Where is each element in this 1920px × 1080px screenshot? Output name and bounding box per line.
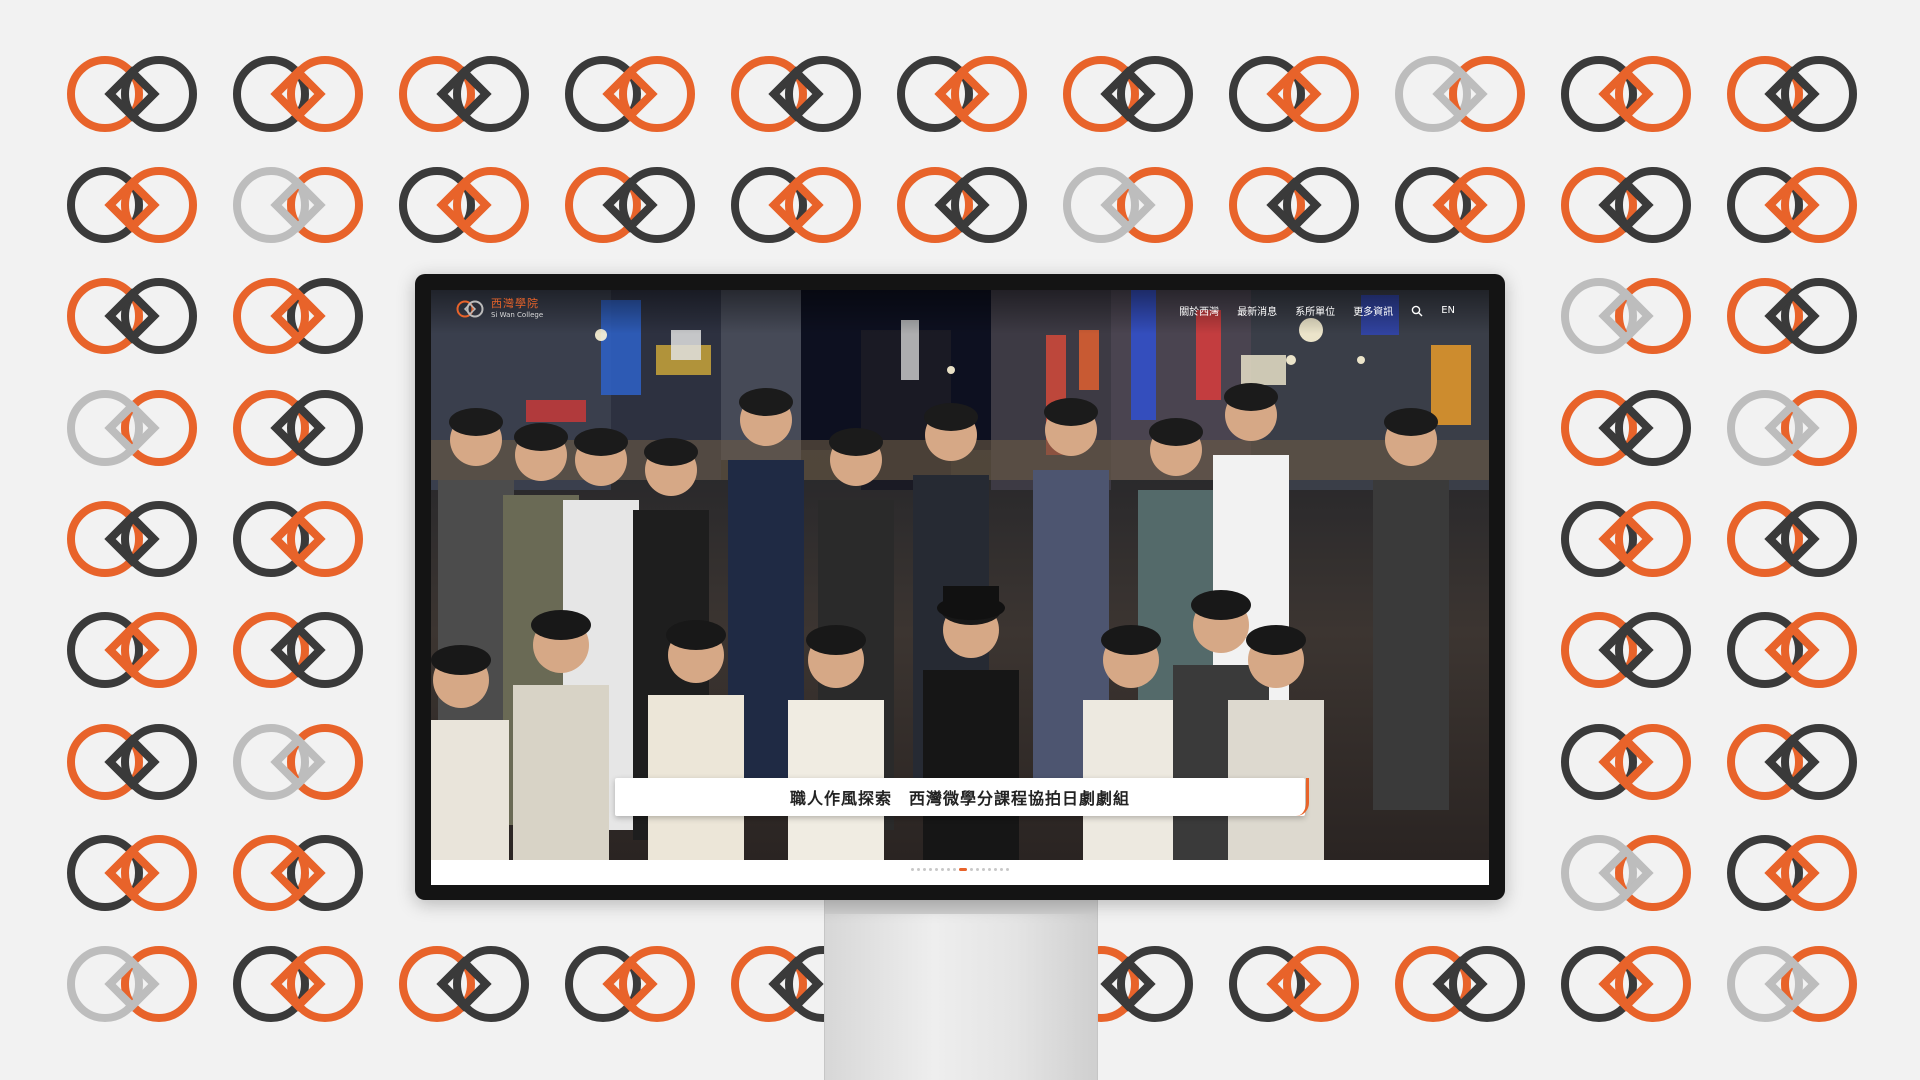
rings-logo-icon (456, 300, 484, 317)
rings-logo-icon (1727, 724, 1857, 800)
pager-dot[interactable] (953, 868, 956, 871)
pager-dot[interactable] (970, 868, 973, 871)
rings-logo-icon (565, 167, 695, 243)
rings-logo-icon (1561, 724, 1691, 800)
rings-logo-icon (1561, 167, 1691, 243)
pager-dot[interactable] (935, 868, 938, 871)
pager-dot-active[interactable] (959, 868, 967, 871)
rings-logo-icon (67, 612, 197, 688)
monitor-stand (824, 900, 1098, 1080)
rings-logo-icon (1727, 835, 1857, 911)
rings-logo-icon (897, 56, 1027, 132)
pager-dot[interactable] (923, 868, 926, 871)
rings-logo-icon (1561, 612, 1691, 688)
rings-logo-icon (67, 835, 197, 911)
rings-logo-icon (233, 946, 363, 1022)
site-subtitle: Si Wan College (491, 311, 544, 319)
nav-item-more-info[interactable]: 更多資訊 (1353, 303, 1393, 318)
nav-item-news[interactable]: 最新消息 (1237, 303, 1277, 318)
rings-logo-icon (1727, 390, 1857, 466)
rings-logo-icon (565, 946, 695, 1022)
rings-logo-icon (1561, 501, 1691, 577)
main-nav: 關於西灣 最新消息 系所單位 更多資訊 EN (1179, 303, 1455, 318)
rings-logo-icon (67, 390, 197, 466)
rings-logo-icon (897, 167, 1027, 243)
website-screen: 西灣學院 Si Wan College 關於西灣 最新消息 系所單位 更多資訊 … (431, 290, 1489, 885)
rings-logo-icon (1229, 946, 1359, 1022)
rings-logo-icon (1561, 390, 1691, 466)
pager-dot[interactable] (941, 868, 944, 871)
rings-logo-icon (1727, 501, 1857, 577)
pager-dot[interactable] (917, 868, 920, 871)
rings-logo-icon (1561, 946, 1691, 1022)
rings-logo-icon (233, 835, 363, 911)
rings-logo-icon (233, 56, 363, 132)
rings-logo-icon (233, 612, 363, 688)
rings-logo-icon (67, 167, 197, 243)
rings-logo-icon (399, 946, 529, 1022)
pager-dot[interactable] (982, 868, 985, 871)
pager-dot[interactable] (988, 868, 991, 871)
site-title: 西灣學院 (491, 297, 539, 310)
rings-logo-icon (1229, 167, 1359, 243)
rings-logo-icon (731, 167, 861, 243)
hero-photo-night-market-group (431, 290, 1489, 860)
rings-logo-icon (233, 501, 363, 577)
rings-logo-icon (67, 56, 197, 132)
rings-logo-icon (1063, 56, 1193, 132)
slide-pager (431, 868, 1489, 871)
rings-logo-icon (67, 946, 197, 1022)
pager-dot[interactable] (1000, 868, 1003, 871)
nav-item-departments[interactable]: 系所單位 (1295, 303, 1335, 318)
rings-logo-icon (1727, 167, 1857, 243)
hero-slide[interactable]: 西灣學院 Si Wan College 關於西灣 最新消息 系所單位 更多資訊 … (431, 290, 1489, 860)
rings-logo-icon (67, 501, 197, 577)
rings-logo-icon (1561, 835, 1691, 911)
rings-logo-icon (233, 724, 363, 800)
rings-logo-icon (565, 56, 695, 132)
rings-logo-icon (1063, 167, 1193, 243)
pager-dot[interactable] (994, 868, 997, 871)
rings-logo-icon (67, 278, 197, 354)
rings-logo-icon (1395, 56, 1525, 132)
pager-dot[interactable] (911, 868, 914, 871)
hero-caption-text: 職人作風探索 西灣微學分課程協拍日劇劇組 (789, 789, 1130, 808)
rings-logo-icon (233, 390, 363, 466)
monitor: 西灣學院 Si Wan College 關於西灣 最新消息 系所單位 更多資訊 … (415, 274, 1505, 900)
rings-logo-icon (731, 56, 861, 132)
hero-caption[interactable]: 職人作風探索 西灣微學分課程協拍日劇劇組 (615, 778, 1309, 816)
pager-dot[interactable] (1006, 868, 1009, 871)
rings-logo-icon (1727, 612, 1857, 688)
rings-logo-icon (399, 167, 529, 243)
pager-dot[interactable] (947, 868, 950, 871)
nav-item-about[interactable]: 關於西灣 (1179, 303, 1219, 318)
site-header: 西灣學院 Si Wan College 關於西灣 最新消息 系所單位 更多資訊 … (431, 290, 1489, 334)
rings-logo-icon (233, 167, 363, 243)
rings-logo-icon (1727, 56, 1857, 132)
rings-logo-icon (1395, 167, 1525, 243)
rings-logo-icon (67, 724, 197, 800)
pager-dot[interactable] (976, 868, 979, 871)
pager-dot[interactable] (929, 868, 932, 871)
site-logo[interactable]: 西灣學院 Si Wan College (455, 298, 543, 319)
rings-logo-icon (399, 56, 529, 132)
rings-logo-icon (1561, 278, 1691, 354)
rings-logo-icon (1395, 946, 1525, 1022)
rings-logo-icon (1561, 56, 1691, 132)
rings-logo-icon (1727, 278, 1857, 354)
rings-logo-icon (1229, 56, 1359, 132)
search-icon[interactable] (1411, 305, 1423, 317)
language-switch[interactable]: EN (1441, 305, 1455, 316)
rings-logo-icon (1727, 946, 1857, 1022)
rings-logo-icon (233, 278, 363, 354)
